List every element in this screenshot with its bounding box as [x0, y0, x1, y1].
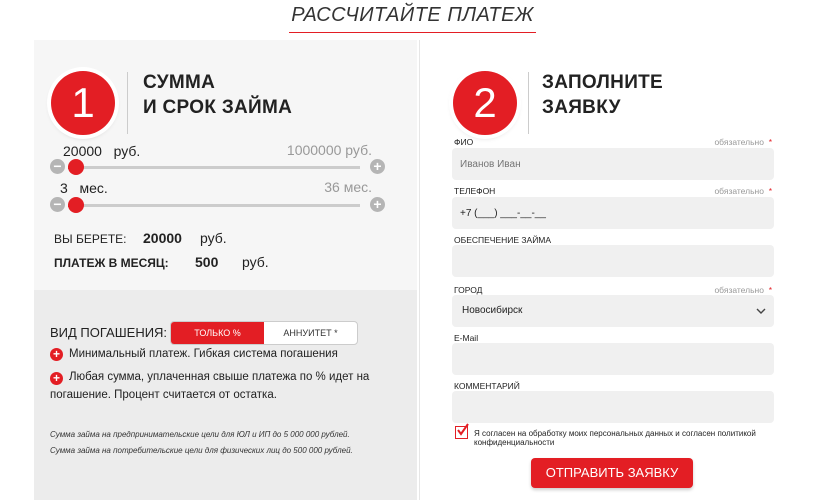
bullet-any-amount-line2: погашение. Процент считается от остатка.	[50, 389, 277, 401]
term-slider-track[interactable]	[68, 197, 360, 213]
agree-checkbox[interactable]	[455, 423, 469, 439]
comment-field[interactable]	[452, 391, 774, 423]
step-1-divider	[127, 72, 128, 134]
agree-text: Я согласен на обработку моих персональны…	[474, 429, 756, 447]
amount-value: 20000 руб.	[63, 143, 141, 159]
step-1-badge: 1	[51, 71, 115, 135]
bullet-any-amount-line1: Любая сумма, уплаченная свыше платежа по…	[69, 371, 370, 383]
fio-label: ФИО	[454, 137, 474, 147]
fio-required: обязательно *	[714, 137, 772, 147]
term-value: 3 мес.	[60, 180, 108, 196]
repayment-option-interest-only[interactable]: ТОЛЬКО %	[171, 322, 264, 344]
collateral-label: ОБЕСПЕЧЕНИЕ ЗАЙМА	[454, 235, 552, 245]
plus-circle-icon: +	[50, 372, 63, 385]
amount-slider-track[interactable]	[68, 159, 360, 175]
fio-field[interactable]	[452, 148, 774, 180]
term-max-label: 36 мес.	[324, 179, 372, 195]
plus-circle-icon: +	[50, 348, 63, 361]
repayment-type-toggle: ТОЛЬКО % АННУИТЕТ *	[170, 321, 358, 345]
amount-max-label: 1000000 руб.	[286, 142, 372, 158]
comment-label: КОММЕНТАРИЙ	[454, 381, 520, 391]
you-take-unit: руб.	[200, 230, 227, 246]
checkmark-icon	[457, 423, 469, 436]
city-label: ГОРОД	[454, 285, 483, 295]
step-1-heading-line1: СУММА	[143, 72, 216, 93]
panel-separator	[419, 40, 420, 500]
term-slider-handle[interactable]	[68, 197, 84, 213]
term-minus-button[interactable]: −	[50, 197, 65, 212]
email-label: E-Mail	[454, 333, 479, 343]
city-required: обязательно *	[714, 285, 772, 295]
repayment-type-label: ВИД ПОГАШЕНИЯ:	[50, 325, 168, 340]
phone-label: ТЕЛЕФОН	[454, 186, 496, 196]
page-title: РАССЧИТАЙТЕ ПЛАТЕЖ	[289, 4, 536, 33]
step-2-badge: 2	[453, 71, 517, 135]
step-1-heading-line2: И СРОК ЗАЙМА	[143, 97, 293, 118]
amount-slider-handle[interactable]	[68, 159, 84, 175]
bullet-minimal-payment: Минимальный платеж. Гибкая система погаш…	[69, 348, 338, 360]
monthly-unit: руб.	[242, 254, 269, 270]
note-consumer-loan: Сумма займа на потребительские цели для …	[50, 446, 353, 455]
phone-field[interactable]	[452, 197, 774, 229]
phone-required: обязательно *	[714, 186, 772, 196]
repayment-option-annuity[interactable]: АННУИТЕТ *	[264, 322, 357, 344]
monthly-value: 500	[195, 254, 219, 270]
you-take-label: ВЫ БЕРЕТЕ:	[54, 232, 127, 246]
email-field[interactable]	[452, 343, 774, 375]
term-plus-button[interactable]: +	[370, 197, 385, 212]
note-business-loan: Сумма займа на предпринимательские цели …	[50, 430, 350, 439]
collateral-field[interactable]	[452, 245, 774, 277]
city-select[interactable]: Новосибирск	[452, 295, 774, 327]
chevron-down-icon	[756, 308, 766, 314]
step-1-heading: СУММА И СРОК ЗАЙМА	[143, 70, 292, 120]
city-select-value: Новосибирск	[462, 305, 523, 316]
you-take-value: 20000	[143, 230, 182, 246]
amount-minus-button[interactable]: −	[50, 159, 65, 174]
step-2-heading-line2: ЗАЯВКУ	[542, 97, 621, 118]
page-header: РАССЧИТАЙТЕ ПЛАТЕЖ	[0, 4, 825, 33]
monthly-label: ПЛАТЕЖ В МЕСЯЦ:	[54, 256, 169, 270]
step-2-heading-line1: ЗАПОЛНИТЕ	[542, 72, 664, 93]
submit-button[interactable]: ОТПРАВИТЬ ЗАЯВКУ	[531, 458, 693, 488]
step-2-divider	[528, 72, 529, 134]
step-2-heading: ЗАПОЛНИТЕ ЗАЯВКУ	[542, 70, 663, 120]
amount-plus-button[interactable]: +	[370, 159, 385, 174]
